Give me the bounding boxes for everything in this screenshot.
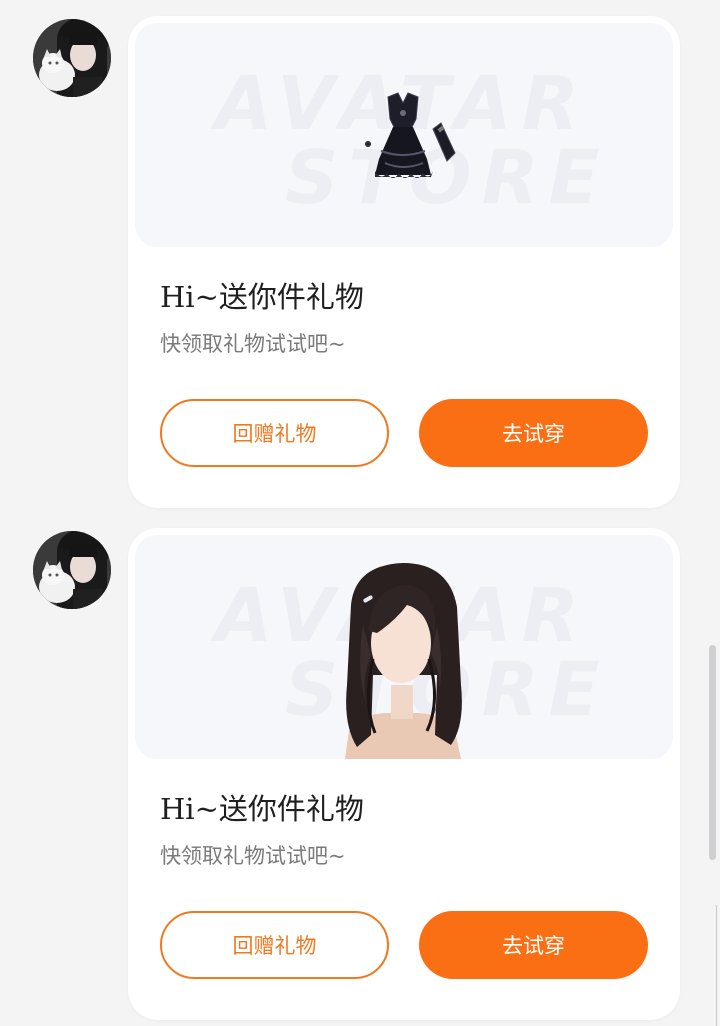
scrollbar-thumb[interactable] xyxy=(709,645,716,860)
gift-title: Hi~送你件礼物 xyxy=(160,792,364,826)
avatar-image xyxy=(33,19,111,97)
gift-preview: AVATAR STORE xyxy=(135,23,673,247)
avatar-image xyxy=(33,531,111,609)
try-on-button[interactable]: 去试穿 xyxy=(419,399,648,467)
gift-card: AVATAR STORE Hi~送你 xyxy=(128,528,680,1020)
gift-card: AVATAR STORE Hi~送你件礼物 快领取礼物试试吧~ 回赠礼物 去试穿 xyxy=(128,16,680,508)
gift-title: Hi~送你件礼物 xyxy=(160,280,364,314)
gift-subtitle: 快领取礼物试试吧~ xyxy=(160,844,346,868)
gift-preview: AVATAR STORE xyxy=(135,535,673,759)
gift-subtitle: 快领取礼物试试吧~ xyxy=(160,332,346,356)
try-on-button[interactable]: 去试穿 xyxy=(419,911,648,979)
sender-avatar[interactable] xyxy=(33,531,111,609)
black-gothic-dress-icon xyxy=(365,92,456,178)
edge-divider xyxy=(716,905,720,1026)
long-dark-hair-icon xyxy=(345,563,462,759)
return-gift-button[interactable]: 回赠礼物 xyxy=(160,399,389,467)
return-gift-button[interactable]: 回赠礼物 xyxy=(160,911,389,979)
sender-avatar[interactable] xyxy=(33,19,111,97)
